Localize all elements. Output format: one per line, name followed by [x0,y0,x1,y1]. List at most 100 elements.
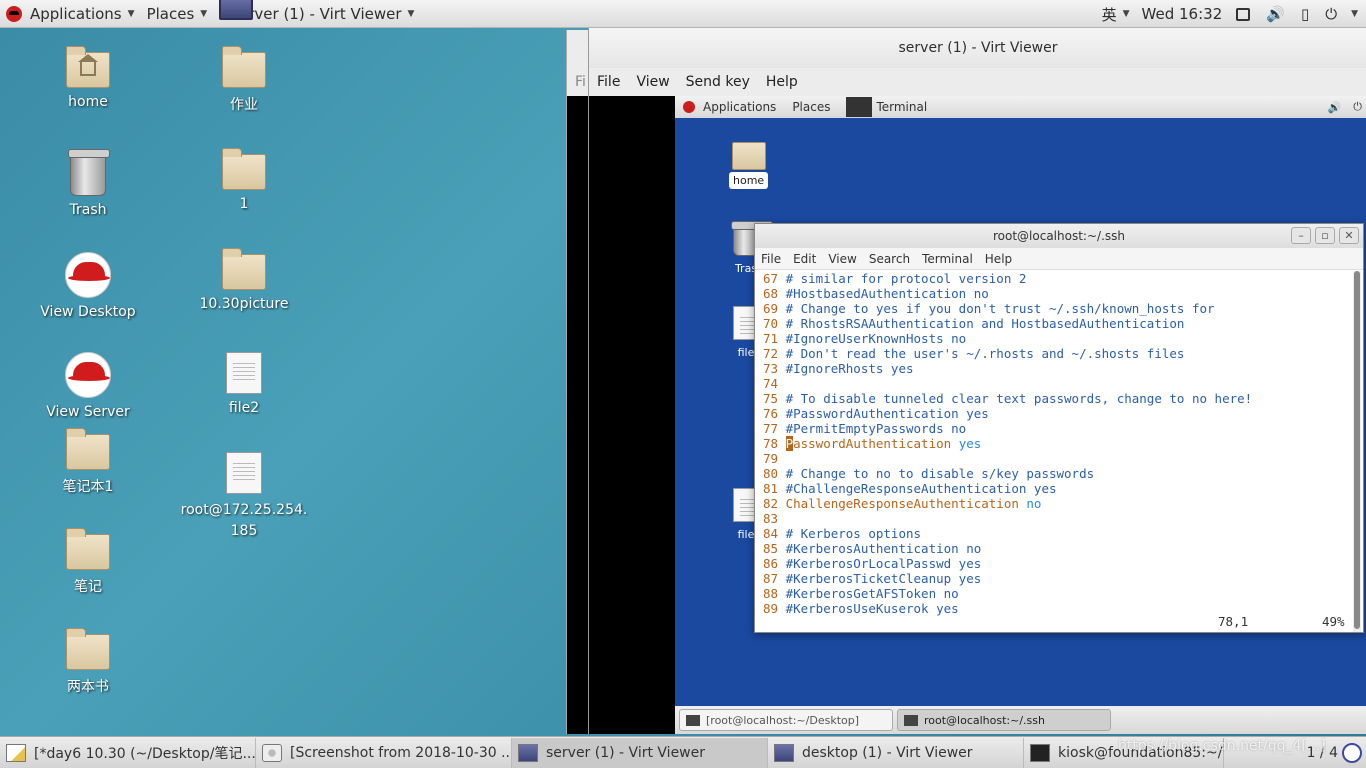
terminal-window[interactable]: root@localhost:~/.ssh – ▫ ✕ File Edit Vi… [754,223,1364,633]
file-line: 80 # Change to no to disable s/key passw… [763,466,1353,481]
desktop-icon-label: 笔记 [74,579,102,595]
input-method-label: 英 [1101,5,1117,24]
menu-help[interactable]: Help [758,74,806,90]
guest-places-label: Places [792,100,831,114]
comment-text: #HostbasedAuthentication no [785,286,989,301]
dropdown-arrow-icon: ▼ [127,8,135,19]
comment-text: #IgnoreRhosts yes [785,361,914,376]
task-gedit[interactable]: [*day6 10.30 (~/Desktop/笔记... [0,737,256,768]
file-line: 75 # To disable tunneled clear text pass… [763,391,1353,406]
close-button[interactable]: ✕ [1339,227,1359,244]
line-number: 72 [763,346,786,361]
text-file-icon [226,452,262,494]
line-number: 73 [763,361,786,376]
guest-task-desktop-terminal[interactable]: [root@localhost:~/Desktop] [679,709,893,731]
image-viewer-icon [262,743,282,762]
task-label: [Screenshot from 2018-10-30 ... [290,744,512,761]
menu-file[interactable]: File [589,74,628,90]
terminal-scrollbar[interactable] [1353,271,1361,632]
menu-help[interactable]: Help [979,252,1018,266]
menu-search[interactable]: Search [863,252,916,266]
terminal-icon [904,714,918,726]
window-switch-icon[interactable] [1236,7,1251,21]
guest-applications-menu[interactable]: Applications [675,100,784,114]
desktop-icon-view-server[interactable]: View Server [33,352,143,420]
desktop-icon-folder[interactable]: 笔记 [33,528,143,596]
guest-top-panel: Applications Places Terminal 🔊 ⏻ [675,96,1366,118]
file-line: 82 ChallengeResponseAuthentication no [763,496,1353,511]
comment-text: # Don't read the user's ~/.rhosts and ~/… [785,346,1185,361]
menu-edit[interactable]: Edit [787,252,822,266]
volume-icon[interactable]: 🔊 [1266,5,1285,23]
desktop-icon-folder[interactable]: 10.30picture [189,248,299,312]
power-icon[interactable]: ⏻ [1353,100,1362,114]
virt-viewer-icon [774,743,794,762]
desktop-icon-label: 两本书 [67,679,109,695]
window-titlebar[interactable]: server (1) - Virt Viewer [589,28,1366,68]
battery-icon[interactable]: ▯ [1301,5,1309,23]
clock[interactable]: Wed 16:32 [1136,0,1229,28]
comment-text: #KerberosAuthentication no [785,541,982,556]
guest-terminal-menu[interactable]: Terminal [838,97,935,117]
menu-send-key[interactable]: Send key [678,74,758,90]
desktop-icon-view-desktop[interactable]: View Desktop [33,252,143,320]
menu-file[interactable]: File [755,252,787,266]
comment-text: # similar for protocol version 2 [785,271,1027,286]
maximize-button[interactable]: ▫ [1315,227,1335,244]
desktop-icon-folder[interactable]: 作业 [189,46,299,114]
task-label: server (1) - Virt Viewer [546,744,705,761]
menu-view[interactable]: View [628,74,677,90]
desktop-icon-file[interactable]: root@172.25.254.185 [179,452,309,542]
dropdown-arrow-icon[interactable]: ▼ [1351,9,1358,19]
guest-task-label: [root@localhost:~/Desktop] [706,713,860,727]
desktop-icon-folder[interactable]: 两本书 [33,628,143,696]
menu-view[interactable]: View [822,252,862,266]
active-window-title: server (1) - Virt Viewer [231,4,402,23]
guest-task-ssh-terminal[interactable]: root@localhost:~/.ssh [897,709,1111,731]
menu-terminal[interactable]: Terminal [916,252,979,266]
guest-desktop-icon-label: home [729,172,769,189]
watermark: https://blog.csdn.net/qq_4[...] [1118,738,1326,754]
volume-icon[interactable]: 🔊 [1328,101,1342,114]
desktop-icon-folder[interactable]: 1 [189,148,299,212]
task-server-viewer[interactable]: server (1) - Virt Viewer [512,737,768,768]
task-desktop-viewer[interactable]: desktop (1) - Virt Viewer [768,737,1024,768]
desktop-icon-label: Trash [69,202,107,218]
desktop-icon-file[interactable]: file2 [189,352,299,416]
background-window-menu-fragment: Fi [575,74,586,90]
places-menu[interactable]: Places ▼ [141,0,214,28]
terminal-text-area[interactable]: 67 # similar for protocol version 2 68 #H… [755,271,1353,632]
power-icon[interactable]: ⏻ [1325,5,1337,23]
guest-places-menu[interactable]: Places [784,100,838,114]
file-line: 74 [763,376,1353,391]
line-number: 82 [763,496,786,511]
desktop-icon-home[interactable]: home [33,46,143,110]
terminal-titlebar[interactable]: root@localhost:~/.ssh – ▫ ✕ [755,224,1363,248]
file-line: 70 # RhostsRSAAuthentication and Hostbas… [763,316,1353,331]
guest-display[interactable]: Applications Places Terminal 🔊 ⏻ home Tr… [675,96,1366,734]
input-method-menu[interactable]: 英 ▼ [1096,0,1136,28]
desktop-icon-label: 1 [239,196,249,212]
notification-icon[interactable] [1342,743,1362,763]
window-list-menu[interactable]: server (1) - Virt Viewer ▼ [213,0,420,28]
menubar: File View Send key Help [589,68,1366,96]
home-folder-icon [731,142,766,170]
applications-menu[interactable]: Applications ▼ [0,0,141,28]
folder-icon [66,528,110,570]
file-line: 68 #HostbasedAuthentication no [763,286,1353,301]
home-folder-icon [66,46,110,88]
guest-task-label: root@localhost:~/.ssh [924,713,1045,727]
desktop-icon-folder[interactable]: 笔记本1 [33,428,143,496]
line-number: 68 [763,286,786,301]
desktop-icon-trash[interactable]: Trash [33,149,143,218]
line-number: 76 [763,406,786,421]
terminal-menubar: File Edit View Search Terminal Help [755,248,1363,270]
comment-text: # Kerberos options [785,526,922,541]
guest-desktop-icon-home[interactable]: home [729,142,769,189]
comment-text: # To disable tunneled clear text passwor… [785,391,1253,406]
places-label: Places [146,4,195,23]
file-line: 67 # similar for protocol version 2 [763,271,1353,286]
line-number: 74 [763,376,786,391]
task-screenshot[interactable]: [Screenshot from 2018-10-30 ... [256,737,512,768]
minimize-button[interactable]: – [1291,227,1311,244]
